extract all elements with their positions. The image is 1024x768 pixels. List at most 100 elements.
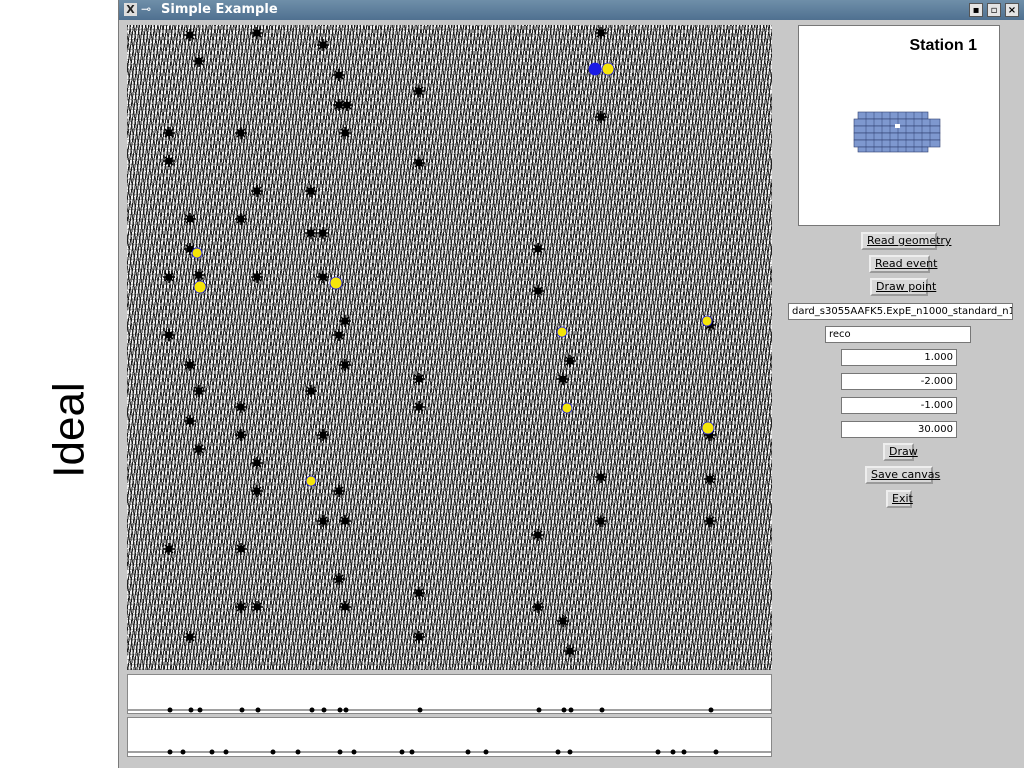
hit-marker-rays xyxy=(339,127,351,139)
station-view-panel: Station 1 xyxy=(798,25,1000,226)
hit-marker-rays xyxy=(184,631,196,643)
projection-strip-top[interactable] xyxy=(127,674,772,714)
hit-marker-rays xyxy=(235,401,247,413)
hit-marker-rays xyxy=(317,227,329,239)
hit-marker-rays xyxy=(333,69,345,81)
hit-marker-rays xyxy=(251,271,263,283)
hit-marker-rays xyxy=(317,39,329,51)
reconstructed-hit xyxy=(556,326,568,338)
event-display-canvas[interactable] xyxy=(127,25,772,670)
hit-marker-rays xyxy=(184,415,196,427)
reconstructed-hit xyxy=(191,247,203,259)
hit-marker-rays xyxy=(532,243,544,255)
x-window-icon[interactable]: X xyxy=(124,3,137,16)
pin-icon[interactable]: ⊸ xyxy=(141,2,151,16)
draw-point-button[interactable]: Draw point xyxy=(870,278,936,296)
hit-marker-rays xyxy=(317,515,329,527)
reconstructed-hit xyxy=(588,62,602,76)
hit-marker-rays xyxy=(163,155,175,167)
parameter-field-3[interactable]: -1.000 xyxy=(841,397,957,414)
parameter-field-2[interactable]: -2.000 xyxy=(841,373,957,390)
hit-marker-rays xyxy=(557,615,569,627)
hit-marker-rays xyxy=(163,543,175,555)
minimize-button[interactable]: ▪ xyxy=(969,3,983,17)
reconstructed-hit xyxy=(329,276,343,290)
station-hit-marker xyxy=(895,124,900,128)
hit-marker-rays xyxy=(235,601,247,613)
reconstructed-hit xyxy=(601,62,615,76)
projection-strip-bottom-marks xyxy=(128,749,771,755)
exit-button[interactable]: Exit xyxy=(886,490,913,508)
hit-marker-rays xyxy=(595,471,607,483)
hit-marker-rays xyxy=(704,515,716,527)
hit-marker-rays xyxy=(339,601,351,613)
hit-marker-rays xyxy=(333,485,345,497)
hit-marker-rays xyxy=(564,645,576,657)
hit-marker-rays xyxy=(704,473,716,485)
save-canvas-button[interactable]: Save canvas xyxy=(865,466,940,484)
side-label-text: Ideal xyxy=(45,382,95,478)
hit-marker-rays xyxy=(305,385,317,397)
hit-marker-rays xyxy=(333,329,345,341)
hit-marker-rays xyxy=(413,587,425,599)
hit-marker-rays xyxy=(163,329,175,341)
hit-marker-rays xyxy=(193,385,205,397)
hit-marker-rays xyxy=(251,457,263,469)
hit-marker-rays xyxy=(184,359,196,371)
window-title: Simple Example xyxy=(161,2,278,17)
hit-marker-rays xyxy=(557,373,569,385)
hit-marker-rays xyxy=(595,515,607,527)
hit-marker-rays xyxy=(163,271,175,283)
hit-marker-rays xyxy=(235,429,247,441)
hit-marker-rays xyxy=(317,429,329,441)
mode-field[interactable]: reco xyxy=(825,326,971,343)
read-event-button[interactable]: Read event xyxy=(869,255,937,273)
hit-marker-rays xyxy=(413,373,425,385)
reconstructed-hit xyxy=(305,475,317,487)
hit-marker-rays xyxy=(184,29,196,41)
hit-marker-rays xyxy=(184,213,196,225)
hit-marker-rays xyxy=(251,485,263,497)
hit-marker-rays xyxy=(305,227,317,239)
hit-marker-rays xyxy=(413,631,425,643)
hit-marker-rays xyxy=(413,401,425,413)
hit-marker-rays xyxy=(333,573,345,585)
hit-marker-rays xyxy=(235,543,247,555)
hit-marker-rays xyxy=(235,213,247,225)
hit-marker-rays xyxy=(532,285,544,297)
station-geometry-diagram xyxy=(853,111,941,153)
close-button[interactable]: × xyxy=(1005,3,1019,17)
hit-marker-rays xyxy=(564,355,576,367)
hit-marker-rays xyxy=(595,111,607,123)
hit-marker-rays xyxy=(317,271,329,283)
title-bar[interactable]: X ⊸ Simple Example ▪ ▫ × xyxy=(119,0,1024,20)
hit-marker-rays xyxy=(251,27,263,39)
hit-marker-rays xyxy=(339,359,351,371)
filename-field[interactable]: dard_s3055AAFK5.ExpE_n1000_standard_n100… xyxy=(788,303,1013,320)
side-label: Ideal xyxy=(40,330,100,530)
hit-marker-rays xyxy=(339,315,351,327)
reconstructed-hit xyxy=(193,280,207,294)
reconstructed-hit xyxy=(701,421,715,435)
reconstructed-hit xyxy=(701,315,713,327)
hit-marker-rays xyxy=(193,443,205,455)
reconstructed-hit xyxy=(561,402,573,414)
hit-marker-rays xyxy=(532,601,544,613)
hit-marker-rays xyxy=(193,55,205,67)
hit-marker-rays xyxy=(193,269,205,281)
hit-marker-rays xyxy=(413,157,425,169)
projection-strip-bottom[interactable] xyxy=(127,717,772,757)
hit-marker-rays xyxy=(413,85,425,97)
application-window: X ⊸ Simple Example ▪ ▫ × Station 1 Read … xyxy=(118,0,1024,768)
maximize-button[interactable]: ▫ xyxy=(987,3,1001,17)
parameter-field-1[interactable]: 1.000 xyxy=(841,349,957,366)
read-geometry-button[interactable]: Read geometry xyxy=(861,232,951,250)
hit-marker-rays xyxy=(305,185,317,197)
draw-button[interactable]: Draw xyxy=(883,443,918,461)
hit-marker-rays xyxy=(339,515,351,527)
projection-strip-top-marks xyxy=(128,707,771,713)
parameter-field-4[interactable]: 30.000 xyxy=(841,421,957,438)
hit-marker-rays xyxy=(532,529,544,541)
hit-marker-rays xyxy=(163,127,175,139)
hit-marker-rays xyxy=(251,601,263,613)
